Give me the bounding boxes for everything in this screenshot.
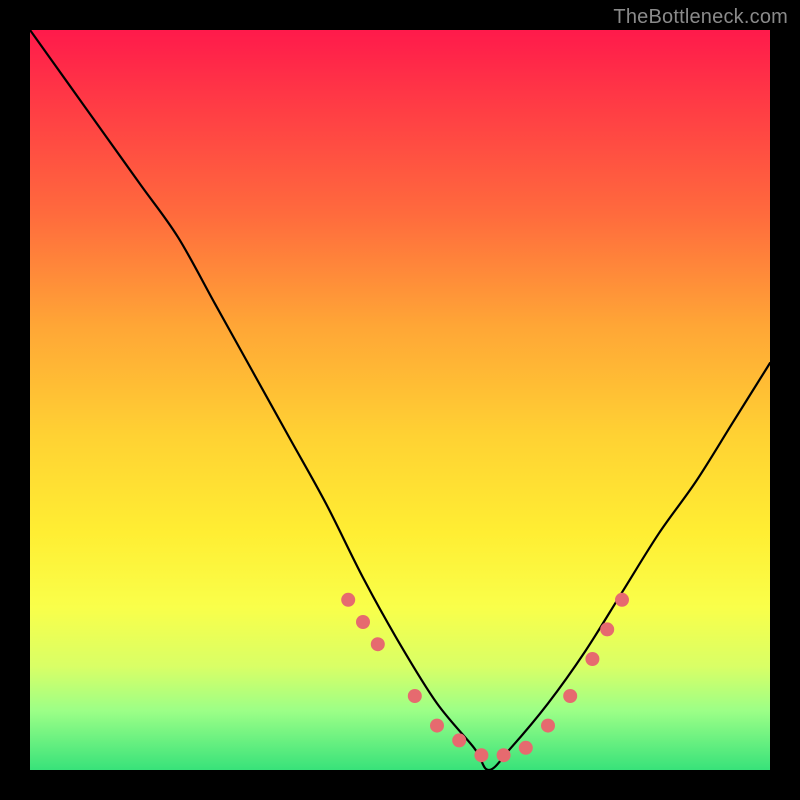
marker-dot xyxy=(615,593,629,607)
marker-dot xyxy=(497,748,511,762)
curve-layer xyxy=(30,30,770,770)
bottleneck-curve xyxy=(30,30,770,770)
marker-dot xyxy=(371,637,385,651)
marker-dot xyxy=(585,652,599,666)
marker-dot xyxy=(600,622,614,636)
marker-dot xyxy=(519,741,533,755)
marker-dot xyxy=(563,689,577,703)
marker-dot xyxy=(341,593,355,607)
plot-area xyxy=(30,30,770,770)
marker-dot xyxy=(408,689,422,703)
chart-stage: TheBottleneck.com xyxy=(0,0,800,800)
marker-dot xyxy=(452,733,466,747)
marker-dot xyxy=(430,719,444,733)
marker-dot xyxy=(541,719,555,733)
marker-dot xyxy=(356,615,370,629)
watermark-text: TheBottleneck.com xyxy=(613,6,788,29)
marker-dot xyxy=(474,748,488,762)
